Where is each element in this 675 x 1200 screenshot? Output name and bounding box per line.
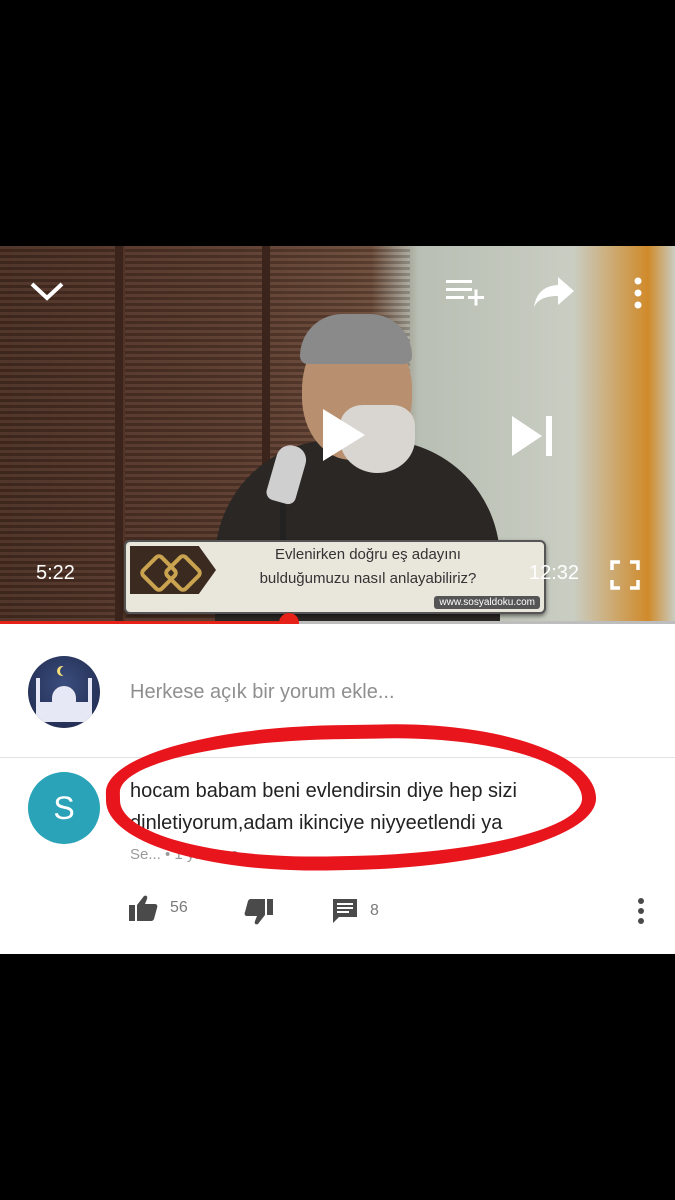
chevron-down-icon[interactable] <box>28 272 66 310</box>
play-icon[interactable] <box>312 400 372 470</box>
comment-icon <box>333 899 357 923</box>
logo-ring <box>161 551 205 594</box>
banner-title-line1: Evlenirken doğru eş adayını <box>275 546 461 563</box>
video-title-banner: Evlenirken doğru eş adayını bulduğumuzu … <box>124 540 546 614</box>
mosque-base <box>40 702 88 722</box>
skip-next-icon[interactable] <box>506 410 560 462</box>
thumb-up-icon <box>129 895 158 921</box>
thumb-down-icon <box>244 899 273 925</box>
fullscreen-icon[interactable] <box>608 558 642 592</box>
comment-input[interactable]: Herkese açık bir yorum ekle... <box>130 681 395 704</box>
channel-logo <box>130 546 216 594</box>
avatar[interactable] <box>28 656 100 728</box>
crescent-icon <box>60 666 70 676</box>
banner-website: www.sosyaldoku.com <box>434 596 540 609</box>
panel-divider <box>115 246 123 624</box>
share-icon[interactable] <box>530 272 578 312</box>
minaret <box>88 678 92 722</box>
comment-more-icon[interactable] <box>636 898 646 924</box>
like-count: 56 <box>170 899 188 916</box>
add-to-queue-icon[interactable] <box>444 274 488 310</box>
banner-title-line2: bulduğumuzu nasıl anlayabiliriz? <box>259 570 477 587</box>
current-time: 5:22 <box>36 562 75 584</box>
dislike-button[interactable] <box>244 898 274 926</box>
reply-button[interactable]: 8 <box>332 898 379 924</box>
commenter-avatar[interactable]: S <box>28 772 100 844</box>
reply-count: 8 <box>370 902 379 919</box>
more-vertical-icon[interactable] <box>626 274 650 312</box>
like-button[interactable]: 56 <box>128 894 188 922</box>
duration: 12:32 <box>529 562 580 584</box>
